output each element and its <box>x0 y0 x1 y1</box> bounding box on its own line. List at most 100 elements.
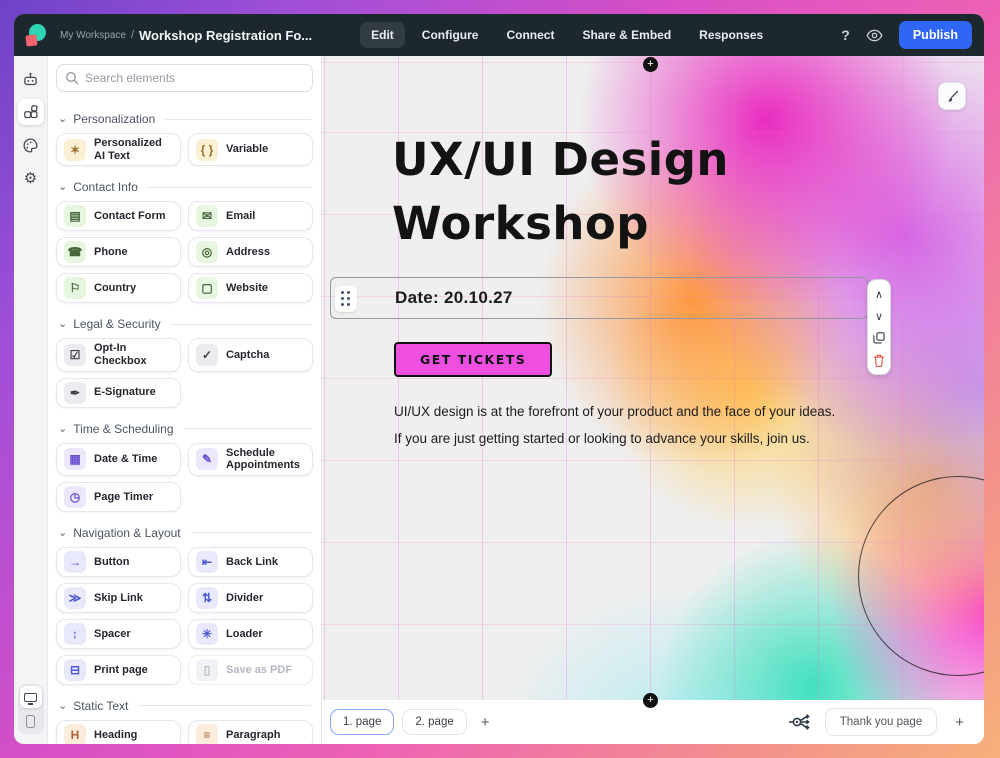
elements-sidebar: ⌄ Personalization ✶ Personalized AI Text… <box>48 56 322 744</box>
drag-handle[interactable] <box>335 286 357 312</box>
element-card-phone[interactable]: ☎ Phone <box>56 237 181 267</box>
element-card-button[interactable]: → Button <box>56 547 181 577</box>
section-divider <box>165 119 311 120</box>
get-tickets-button[interactable]: GET TICKETS <box>394 342 552 377</box>
element-card-website[interactable]: ▢ Website <box>188 273 313 303</box>
element-card-page-timer[interactable]: ◷ Page Timer <box>56 482 181 512</box>
element-card-label: Email <box>226 210 255 223</box>
design-palette-icon[interactable] <box>18 132 44 158</box>
ai-assistant-icon[interactable] <box>18 66 44 92</box>
topbar-tab-configure[interactable]: Configure <box>411 22 490 48</box>
app-logo-icon[interactable] <box>26 24 48 46</box>
element-card-variable[interactable]: { } Variable <box>188 133 313 166</box>
pdf-file-icon: ▯ <box>196 659 218 681</box>
heading-line-2: Workshop <box>392 192 729 256</box>
flag-icon: ⚐ <box>64 277 86 299</box>
element-card-email[interactable]: ✉ Email <box>188 201 313 231</box>
element-card-label: Paragraph <box>226 729 280 742</box>
element-card-divider[interactable]: ⇅ Divider <box>188 583 313 613</box>
logic-flow-icon[interactable] <box>787 712 813 732</box>
device-toggle <box>18 684 44 734</box>
thank-you-page-button[interactable]: Thank you page <box>825 708 937 736</box>
element-card-opt-in-checkbox[interactable]: ☑ Opt-In Checkbox <box>56 338 181 371</box>
page-tab-1-page[interactable]: 1. page <box>330 709 394 735</box>
mobile-view-icon[interactable] <box>20 710 42 732</box>
publish-button[interactable]: Publish <box>899 21 972 49</box>
element-card-personalized-ai-text[interactable]: ✶ Personalized AI Text <box>56 133 181 166</box>
section-header[interactable]: ⌄ Time & Scheduling <box>56 414 313 443</box>
section-divider <box>184 428 312 429</box>
element-card-back-link[interactable]: ⇤ Back Link <box>188 547 313 577</box>
section-header[interactable]: ⌄ Personalization <box>56 104 313 133</box>
heading-line-1: UX/UI Design <box>392 128 729 192</box>
element-card-label: Address <box>226 246 270 259</box>
project-title[interactable]: Workshop Registration Fo... <box>139 28 312 43</box>
move-down-icon[interactable]: ∨ <box>869 305 889 327</box>
topbar-tab-share-embed[interactable]: Share & Embed <box>571 22 682 48</box>
element-card-country[interactable]: ⚐ Country <box>56 273 181 303</box>
element-card-heading[interactable]: H Heading <box>56 720 181 744</box>
delete-trash-icon[interactable] <box>869 349 889 371</box>
date-text[interactable]: Date: 20.10.27 <box>395 288 513 308</box>
page-tab-2-page[interactable]: 2. page <box>402 709 466 735</box>
element-card-label: Country <box>94 282 136 295</box>
element-card-loader[interactable]: ✳ Loader <box>188 619 313 649</box>
section-header[interactable]: ⌄ Static Text <box>56 691 313 720</box>
topbar-tab-responses[interactable]: Responses <box>688 22 774 48</box>
section-header[interactable]: ⌄ Navigation & Layout <box>56 518 313 547</box>
section-title: Navigation & Layout <box>73 526 180 540</box>
settings-gear-icon[interactable]: ⚙ <box>18 165 44 191</box>
element-card-date-time[interactable]: ▦ Date & Time <box>56 443 181 476</box>
chevron-down-icon: ⌄ <box>58 183 67 191</box>
element-card-print-page[interactable]: ⊟ Print page <box>56 655 181 685</box>
topbar-tab-edit[interactable]: Edit <box>360 22 405 48</box>
section-cards: ✶ Personalized AI Text { } Variable <box>56 133 313 166</box>
captcha-badge-icon: ✓ <box>196 344 218 366</box>
section-cards: ▤ Contact Form ✉ Email ☎ Phone ◎ Address… <box>56 201 313 303</box>
move-up-icon[interactable]: ∧ <box>869 283 889 305</box>
section-header[interactable]: ⌄ Contact Info <box>56 172 313 201</box>
page-bar-right: Thank you page + <box>787 708 970 736</box>
section-cards: H Heading ≡ Paragraph ◫ Image + Text <box>56 720 313 744</box>
element-card-label: Back Link <box>226 556 278 569</box>
page-tabs: 1. page 2. page <box>330 709 467 735</box>
search-input[interactable] <box>56 64 313 92</box>
topbar-right: ? Publish <box>841 21 972 49</box>
add-page-button[interactable]: + <box>475 712 496 733</box>
elements-panel-icon[interactable] <box>18 99 44 125</box>
element-card-e-signature[interactable]: ✒ E-Signature <box>56 378 181 408</box>
workshop-heading[interactable]: UX/UI Design Workshop <box>392 128 729 257</box>
desktop-view-icon[interactable] <box>20 686 42 708</box>
element-card-skip-link[interactable]: ≫ Skip Link <box>56 583 181 613</box>
magic-wand-icon: ✶ <box>64 139 86 161</box>
element-card-paragraph[interactable]: ≡ Paragraph <box>188 720 313 744</box>
breadcrumb-separator: / <box>131 29 134 41</box>
element-card-address[interactable]: ◎ Address <box>188 237 313 267</box>
selected-date-element[interactable]: Date: 20.10.27 <box>330 277 868 319</box>
description-paragraph[interactable]: UI/UX design is at the forefront of your… <box>394 398 835 452</box>
add-element-bottom-button[interactable]: + <box>643 693 658 708</box>
add-thank-you-page-button[interactable]: + <box>949 712 970 733</box>
browser-icon: ▢ <box>196 277 218 299</box>
duplicate-icon[interactable] <box>869 327 889 349</box>
search-box <box>56 64 313 92</box>
element-card-schedule-appointments[interactable]: ✎ Schedule Appointments <box>188 443 313 476</box>
topbar-tab-connect[interactable]: Connect <box>495 22 565 48</box>
add-element-top-button[interactable]: + <box>643 57 658 72</box>
contact-card-icon: ▤ <box>64 205 86 227</box>
element-card-label: Schedule Appointments <box>226 447 305 472</box>
section-cards: ☑ Opt-In Checkbox ✓ Captcha ✒ E-Signatur… <box>56 338 313 407</box>
breadcrumb-workspace[interactable]: My Workspace <box>60 30 126 41</box>
section-title: Contact Info <box>73 180 138 194</box>
element-card-captcha[interactable]: ✓ Captcha <box>188 338 313 371</box>
section-header[interactable]: ⌄ Legal & Security <box>56 309 313 338</box>
chevron-down-icon: ⌄ <box>58 320 67 328</box>
preview-eye-icon[interactable] <box>866 29 883 42</box>
element-card-contact-form[interactable]: ▤ Contact Form <box>56 201 181 231</box>
form-canvas[interactable]: + UX/UI Design Workshop Date: 20.10.27 ∧ <box>322 56 984 700</box>
edit-design-brush-icon[interactable] <box>938 82 966 110</box>
section-divider <box>148 187 311 188</box>
help-icon[interactable]: ? <box>841 27 850 43</box>
icon-rail: ⚙ <box>14 56 48 744</box>
element-card-spacer[interactable]: ↕ Spacer <box>56 619 181 649</box>
